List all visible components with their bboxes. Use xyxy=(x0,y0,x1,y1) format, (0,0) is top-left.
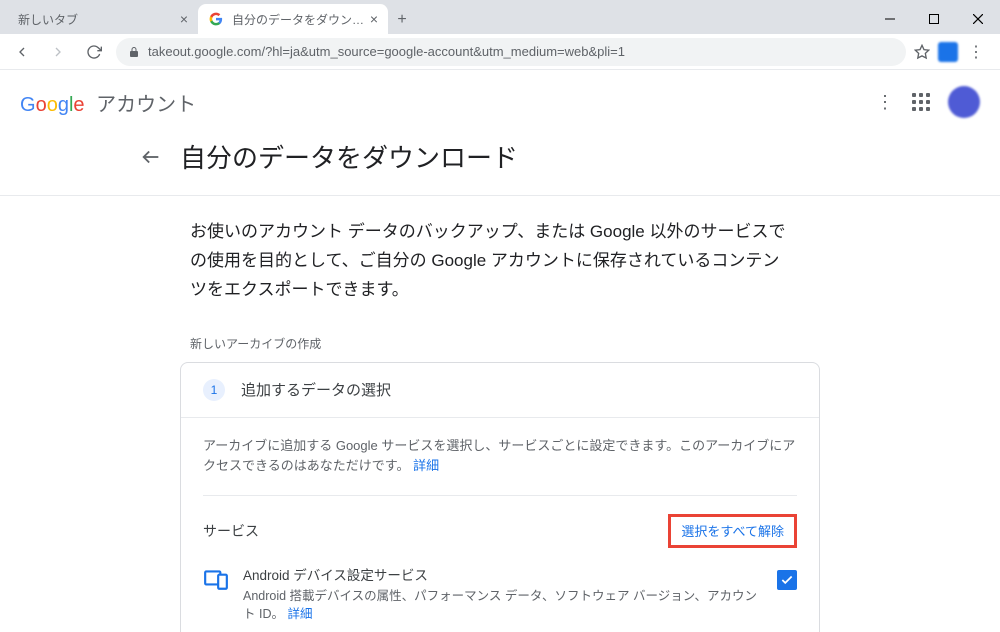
details-link[interactable]: 詳細 xyxy=(287,607,312,621)
url-box[interactable]: takeout.google.com/?hl=ja&utm_source=goo… xyxy=(116,38,906,66)
page-menu-icon[interactable]: ⋮ xyxy=(876,92,894,113)
reload-button[interactable] xyxy=(80,38,108,66)
lock-icon xyxy=(128,46,140,58)
product-description: Android 搭載デバイスの属性、パフォーマンス データ、ソフトウェア バージ… xyxy=(243,587,763,625)
devices-icon xyxy=(203,566,229,592)
apps-grid-icon[interactable] xyxy=(912,93,930,111)
window-close-button[interactable] xyxy=(956,4,1000,34)
archive-card: 1 追加するデータの選択 アーカイブに追加する Google サービスを選択し、… xyxy=(180,362,820,632)
minimize-button[interactable] xyxy=(868,4,912,34)
tab-new[interactable]: 新しいタブ × xyxy=(8,4,198,34)
logo-letter: g xyxy=(58,94,69,116)
step-title: 追加するデータの選択 xyxy=(241,379,391,400)
step-header[interactable]: 1 追加するデータの選択 xyxy=(181,363,819,418)
close-icon[interactable]: × xyxy=(180,12,188,26)
tab-takeout[interactable]: 自分のデータをダウンロード × xyxy=(198,4,388,34)
browser-chrome: 新しいタブ × 自分のデータをダウンロード × + xyxy=(0,0,1000,70)
product-row-android: Android デバイス設定サービス Android 搭載デバイスの属性、パフォ… xyxy=(203,552,797,624)
highlight-box: 選択をすべて解除 xyxy=(668,514,797,548)
title-row: 自分のデータをダウンロード xyxy=(128,134,850,183)
deselect-all-button[interactable]: 選択をすべて解除 xyxy=(681,521,784,540)
close-icon[interactable]: × xyxy=(370,12,378,26)
google-favicon xyxy=(208,11,224,27)
step-body: アーカイブに追加する Google サービスを選択し、サービスごとに設定できます… xyxy=(181,418,819,632)
step-description: アーカイブに追加する Google サービスを選択し、サービスごとに設定できます… xyxy=(203,436,797,497)
tab-title: 新しいタブ xyxy=(18,11,180,28)
details-link[interactable]: 詳細 xyxy=(413,458,439,473)
window-controls xyxy=(868,4,1000,34)
service-header-row: サービス 選択をすべて解除 xyxy=(203,496,797,552)
logo-letter: e xyxy=(73,94,84,116)
back-button[interactable] xyxy=(8,38,36,66)
product-checkbox[interactable] xyxy=(777,570,797,590)
page-header: Google アカウント ⋮ xyxy=(0,70,1000,134)
chrome-menu-icon[interactable]: ⋮ xyxy=(966,42,986,62)
product-title: Android デバイス設定サービス xyxy=(243,566,763,586)
section-label: 新しいアーカイブの作成 xyxy=(150,305,850,362)
url-text: takeout.google.com/?hl=ja&utm_source=goo… xyxy=(148,44,625,59)
step-desc-text: アーカイブに追加する Google サービスを選択し、サービスごとに設定できます… xyxy=(203,438,795,474)
avatar[interactable] xyxy=(948,86,980,118)
tab-title: 自分のデータをダウンロード xyxy=(232,11,370,28)
intro-text: お使いのアカウント データのバックアップ、または Google 以外のサービスで… xyxy=(150,196,850,305)
account-label: アカウント xyxy=(96,94,196,116)
addr-bar-right: ⋮ xyxy=(914,42,992,62)
product-body: Android デバイス設定サービス Android 搭載デバイスの属性、パフォ… xyxy=(243,566,763,624)
google-account-logo[interactable]: Google アカウント xyxy=(20,88,196,117)
step-number: 1 xyxy=(203,379,225,401)
maximize-button[interactable] xyxy=(912,4,956,34)
header-right: ⋮ xyxy=(876,86,980,118)
logo-letter: o xyxy=(47,94,58,116)
main-content: 自分のデータをダウンロード xyxy=(150,134,850,183)
forward-button[interactable] xyxy=(44,38,72,66)
bookmark-star-icon[interactable] xyxy=(914,44,930,60)
tab-strip: 新しいタブ × 自分のデータをダウンロード × + xyxy=(0,0,1000,34)
service-label: サービス xyxy=(203,521,259,541)
logo-letter: G xyxy=(20,94,36,116)
page-title: 自分のデータをダウンロード xyxy=(180,138,518,175)
logo-letter: o xyxy=(36,94,47,116)
content-body: お使いのアカウント データのバックアップ、または Google 以外のサービスで… xyxy=(150,196,850,632)
address-bar: takeout.google.com/?hl=ja&utm_source=goo… xyxy=(0,34,1000,70)
back-arrow-icon[interactable] xyxy=(140,146,162,168)
extension-icon[interactable] xyxy=(938,42,958,62)
new-tab-button[interactable]: + xyxy=(388,6,416,34)
